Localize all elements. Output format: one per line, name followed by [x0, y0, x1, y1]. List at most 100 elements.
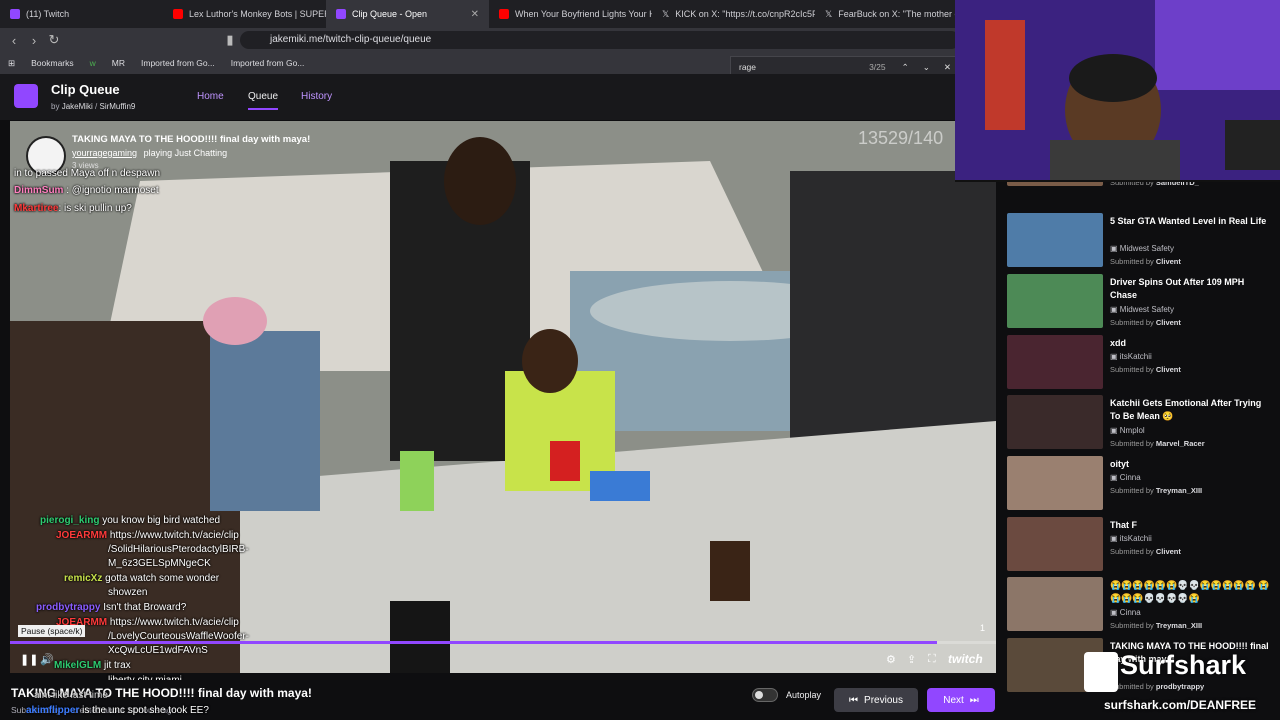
volume-icon[interactable]: 🔊 [40, 653, 54, 666]
overlay-clip-title: TAKING MAYA TO THE HOOD!!!! final day wi… [72, 134, 311, 145]
chat-message: akimflipper is the unc spot she took EE? [26, 705, 209, 716]
twitch-logo[interactable]: twitch [948, 652, 983, 666]
nav-home[interactable]: Home [197, 91, 224, 102]
browser-tab[interactable]: 𝕏 KICK on X: "https://t.co/cnpR2cIc5F" [652, 0, 815, 28]
app-byline: by JakeMiki / SirMuffin9 [51, 102, 136, 111]
bookmark-item[interactable]: MR [112, 58, 125, 68]
queue-item-title: 😭😭😭😭😭😭💀💀😭😭😭😭😭 😭😭😭😭💀💀💀💀😭 [1110, 580, 1270, 603]
surfshark-ad: Surfshark surfshark.com/DEANFREE [1080, 648, 1280, 720]
clipqueue-favicon-icon [336, 9, 346, 19]
browser-tab-active[interactable]: Clip Queue - Open ✕ [326, 0, 489, 28]
queue-item[interactable]: xdd ▣ itsKatchii Submitted by Clivent [1000, 335, 1280, 393]
x-favicon-icon: 𝕏 [662, 8, 670, 19]
previous-button[interactable]: ⏮ Previous [834, 688, 918, 712]
rewind-icon: ⏮ [849, 694, 859, 706]
find-input[interactable]: rage [739, 62, 756, 72]
chat-username: prodbytrappy [36, 602, 101, 613]
bookmark-item[interactable]: Bookmarks [31, 58, 74, 68]
queue-item-title: That F [1110, 520, 1137, 530]
queue-item[interactable]: That F ▣ itsKatchii Submitted by Clivent [1000, 517, 1280, 575]
author-link[interactable]: JakeMiki [62, 102, 93, 111]
queue-thumbnail [1007, 395, 1103, 449]
queue-item-channel: ▣ Nmplol [1110, 426, 1145, 435]
queue-item-title: 5 Star GTA Wanted Level in Real Life [1110, 216, 1267, 226]
queue-item[interactable]: 5 Star GTA Wanted Level in Real Life ▣ M… [1000, 213, 1280, 271]
chat-message: in to passed Maya off n despawn [14, 168, 160, 179]
chat-username: Mkartiree [14, 203, 59, 214]
queue-item[interactable]: Katchii Gets Emotional After Trying To B… [1000, 395, 1280, 453]
progress-fill [10, 641, 937, 644]
chat-username: JOEARMM [56, 530, 108, 541]
queue-thumbnail [1007, 274, 1103, 328]
queue-item-title: Katchii Gets Emotional After Trying To B… [1110, 398, 1262, 421]
next-button[interactable]: Next ⏭ [927, 688, 995, 712]
reload-icon[interactable]: ↻ [44, 32, 64, 48]
tab-label: Clip Queue - Open [352, 9, 428, 19]
chat-username: pierogi_king [40, 515, 100, 526]
find-prev-icon[interactable]: ⌃ [902, 62, 909, 73]
chat-text: showzen [108, 587, 148, 598]
queue-thumbnail [1007, 335, 1103, 389]
author-link[interactable]: SirMuffin9 [99, 102, 135, 111]
browser-tab[interactable]: When Your Boyfriend Lights Your Ho [489, 0, 652, 28]
twitch-favicon-icon [10, 9, 20, 19]
video-player[interactable] [10, 121, 996, 673]
submitter: Clivent [1155, 318, 1181, 327]
sponsor-url: surfshark.com/DEANFREE [1104, 698, 1257, 712]
progress-bar[interactable] [10, 641, 996, 644]
tab-label: When Your Boyfriend Lights Your Ho [515, 9, 652, 19]
chat-username: akimflipper [26, 705, 80, 716]
close-tab-icon[interactable]: ✕ [471, 9, 479, 20]
apps-icon[interactable]: ⊞ [8, 58, 15, 69]
forward-icon[interactable]: › [24, 33, 44, 48]
submitter: Treyman_XIII [1155, 486, 1203, 495]
overlay-channel[interactable]: yourragegaming [72, 148, 137, 158]
chat-text: gotta watch some wonder [105, 573, 220, 584]
chat-message: DimmSum : @ignotio marmoset [14, 185, 159, 196]
queue-item[interactable]: 😭😭😭😭😭😭💀💀😭😭😭😭😭 😭😭😭😭💀💀💀💀😭 ▣ Cinna Submitte… [1000, 577, 1280, 635]
find-next-icon[interactable]: ⌄ [923, 62, 930, 73]
surfshark-logo-icon [1084, 652, 1118, 692]
bookmark-item[interactable]: w [90, 58, 96, 68]
youtube-favicon-icon [173, 9, 183, 19]
chat-text: https://www.twitch.tv/acie/clip [109, 617, 239, 628]
tab-label: FearBuck on X: "The mother of [838, 9, 963, 19]
bookmark-star-icon[interactable]: ▮ [220, 32, 240, 48]
browser-tab[interactable]: Lex Luthor's Monkey Bots | SUPERMAN [163, 0, 326, 28]
browser-tab[interactable]: 𝕏 FearBuck on X: "The mother of [815, 0, 978, 28]
chat-text: : @ignotio marmoset [66, 185, 159, 196]
queue-item[interactable]: oityt ▣ Cinna Submitted by Treyman_XIII [1000, 456, 1280, 514]
bookmark-item[interactable]: Imported from Go... [141, 58, 215, 68]
queue-item-channel: ▣ itsKatchii [1110, 534, 1152, 543]
chat-message: MikelGLM jit trax [54, 660, 131, 671]
chat-text: in to passed Maya off n despawn [14, 168, 161, 179]
bookmark-item[interactable]: Imported from Go... [231, 58, 305, 68]
chat-username: MikelGLM [54, 660, 102, 671]
share-icon[interactable]: ⇪ [907, 653, 916, 666]
next-label: Next [943, 694, 964, 706]
queue-item-channel: ▣ Cinna [1110, 473, 1141, 482]
find-close-icon[interactable]: ✕ [944, 62, 951, 73]
queue-sidebar: Submitted by SamuelITD_ 5 Star GTA Wante… [1000, 170, 1280, 720]
chat-text: M_6z3GELSpMNgeCK [108, 558, 211, 569]
tab-label: KICK on X: "https://t.co/cnpR2cIc5F" [675, 9, 815, 19]
url-field[interactable]: jakemiki.me/twitch-clip-queue/queue [240, 31, 960, 49]
nav-history[interactable]: History [301, 91, 332, 102]
submitter: Clivent [1155, 365, 1181, 374]
clipqueue-logo-icon[interactable] [14, 84, 38, 108]
chat-text: Isn't that Broward? [103, 602, 187, 613]
settings-gear-icon[interactable]: ⚙ [886, 653, 896, 666]
queue-item-channel: ▣ Midwest Safety [1110, 244, 1175, 253]
chat-text: you know big bird watched [102, 515, 221, 526]
pause-icon[interactable]: ❚❚ [20, 653, 38, 666]
stream-watermark: 13529/140 [858, 128, 944, 148]
previous-label: Previous [864, 694, 903, 706]
queue-item[interactable]: Driver Spins Out After 109 MPH Chase ▣ M… [1000, 274, 1280, 332]
back-icon[interactable]: ‹ [4, 33, 24, 48]
fullscreen-icon[interactable]: ⛶ [928, 653, 936, 666]
nav-queue[interactable]: Queue [248, 91, 279, 110]
browser-tab[interactable]: (11) Twitch [0, 0, 163, 28]
chat-message: remicXz gotta watch some wonder [64, 573, 219, 584]
submitter: Marvel_Racer [1155, 439, 1205, 448]
autoplay-toggle[interactable] [752, 688, 778, 702]
